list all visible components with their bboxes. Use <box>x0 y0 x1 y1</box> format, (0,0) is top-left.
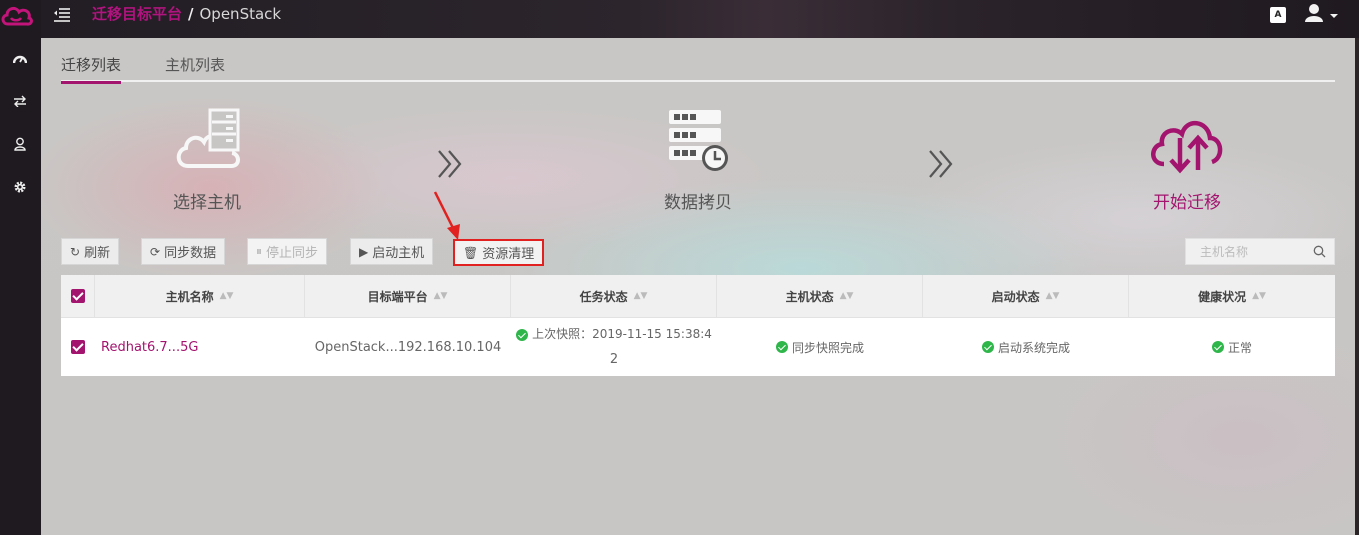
transfer-icon[interactable] <box>10 91 30 111</box>
target-platform-cell: OpenStack...192.168.10.104 <box>314 339 502 355</box>
sync-data-label: 同步数据 <box>164 246 217 261</box>
annotation-arrow-icon <box>433 191 460 240</box>
row-checkbox[interactable] <box>71 340 85 354</box>
select-all-cell <box>61 275 95 317</box>
stop-sync-button[interactable]: ⏸ 停止同步 <box>247 238 328 265</box>
sort-icon[interactable]: ▲▼ <box>840 291 854 301</box>
sort-icon[interactable]: ▲▼ <box>1046 291 1060 301</box>
step-select-host: 选择主机 <box>147 108 267 213</box>
check-circle-icon <box>1211 341 1224 353</box>
pause-circle-icon: ⏸ <box>256 244 263 258</box>
start-host-button[interactable]: ▶ 启动主机 <box>350 238 434 265</box>
top-bar: 迁移目标平台 / OpenStack A <box>41 0 1359 38</box>
check-circle-icon <box>775 341 788 353</box>
menu-toggle-icon[interactable] <box>53 7 71 23</box>
play-circle-icon: ▶ <box>359 244 369 259</box>
user-menu-icon[interactable] <box>1303 3 1339 25</box>
table-body: Redhat6.7...5G OpenStack...192.168.10.10… <box>61 318 1335 376</box>
host-status-text: 同步快照完成 <box>791 340 864 355</box>
boot-status-cell: 启动系统完成 <box>923 318 1129 376</box>
step-data-copy: 数据拷贝 <box>638 108 758 213</box>
resource-cleanup-button[interactable]: 🗑 资源清理 <box>453 239 545 266</box>
dashboard-icon[interactable] <box>10 49 30 69</box>
column-header-health[interactable]: 健康状况 ▲▼ <box>1129 275 1335 317</box>
tab-bar: 迁移列表 主机列表 <box>61 52 1335 84</box>
task-status-text-continued: 2 <box>609 352 619 367</box>
column-label: 目标端平台 <box>367 289 428 304</box>
sync-icon: ⟳ <box>150 244 161 259</box>
refresh-icon: ↻ <box>70 244 81 259</box>
step-label: 开始迁移 <box>1153 193 1221 213</box>
resource-cleanup-label: 资源清理 <box>482 247 535 262</box>
gear-icon[interactable] <box>10 177 30 197</box>
step-start-migration: 开始迁移 <box>1127 108 1247 213</box>
health-text: 正常 <box>1227 340 1252 355</box>
breadcrumb-app[interactable]: 迁移目标平台 <box>92 5 182 23</box>
sort-icon[interactable]: ▲▼ <box>1252 291 1266 301</box>
breadcrumb-separator: / <box>188 5 194 23</box>
sort-icon[interactable]: ▲▼ <box>220 291 234 301</box>
sync-data-button[interactable]: ⟳ 同步数据 <box>141 238 226 265</box>
health-cell: 正常 <box>1129 318 1335 376</box>
task-status-text: 上次快照：2019-11-15 15:38:4 <box>532 327 712 341</box>
column-header-boot-status[interactable]: 启动状态 ▲▼ <box>923 275 1129 317</box>
breadcrumb: 迁移目标平台 / OpenStack <box>92 4 281 24</box>
column-header-host-status[interactable]: 主机状态 ▲▼ <box>717 275 923 317</box>
cloud-server-icon <box>176 108 240 168</box>
host-status-cell: 同步快照完成 <box>717 318 923 376</box>
search-input[interactable] <box>1186 239 1304 264</box>
search-icon[interactable] <box>1313 245 1326 258</box>
search-box <box>1185 238 1335 265</box>
start-host-label: 启动主机 <box>372 246 425 261</box>
host-name-link[interactable]: Redhat6.7...5G <box>95 318 305 376</box>
column-header-host-name[interactable]: 主机名称 ▲▼ <box>95 275 305 317</box>
left-rail <box>0 0 41 535</box>
server-clock-icon <box>669 110 728 171</box>
refresh-label: 刷新 <box>84 246 111 261</box>
cloud-transfer-icon <box>1151 121 1223 174</box>
column-label: 健康状况 <box>1198 289 1247 304</box>
step-label: 数据拷贝 <box>664 193 732 213</box>
boot-status-text: 启动系统完成 <box>997 340 1070 355</box>
language-switch-icon[interactable]: A <box>1270 7 1286 23</box>
stop-sync-label: 停止同步 <box>266 246 319 261</box>
sort-icon[interactable]: ▲▼ <box>434 291 448 301</box>
select-all-checkbox[interactable] <box>70 289 85 303</box>
tab-migration-list[interactable]: 迁移列表 <box>61 55 122 84</box>
chevron-double-right-icon <box>438 150 462 178</box>
tab-host-list[interactable]: 主机列表 <box>165 55 225 75</box>
table-row[interactable]: Redhat6.7...5G OpenStack...192.168.10.10… <box>61 318 1335 376</box>
column-header-target-platform[interactable]: 目标端平台 ▲▼ <box>305 275 511 317</box>
column-label: 主机名称 <box>165 289 214 304</box>
main-panel: 迁移列表 主机列表 选择主机 数据拷贝 开始迁移 ↻ 刷新 ⟳ 同步数据 ⏸ 停… <box>41 38 1355 535</box>
scrollbar[interactable] <box>1355 38 1359 535</box>
row-select-cell <box>61 318 95 376</box>
migration-table: 主机名称 ▲▼ 目标端平台 ▲▼ 任务状态 ▲▼ 主机状态 ▲▼ 启动状态 ▲▼ 健康状况… <box>61 275 1335 376</box>
column-label: 任务状态 <box>579 289 628 304</box>
column-header-task-status[interactable]: 任务状态 ▲▼ <box>511 275 717 317</box>
logo-icon[interactable] <box>0 2 34 30</box>
column-label: 启动状态 <box>991 289 1040 304</box>
check-circle-icon <box>981 341 994 353</box>
sort-icon[interactable]: ▲▼ <box>634 291 648 301</box>
column-label: 主机状态 <box>785 289 834 304</box>
check-circle-icon <box>516 328 529 341</box>
task-status-cell: 上次快照：2019-11-15 15:38:4 2 <box>511 318 717 376</box>
step-label: 选择主机 <box>173 193 241 213</box>
breadcrumb-page: OpenStack <box>199 5 282 23</box>
chevron-double-right-icon <box>929 150 953 178</box>
user-icon[interactable] <box>10 134 30 154</box>
language-switch-label: A <box>1274 10 1282 20</box>
refresh-button[interactable]: ↻ 刷新 <box>61 238 120 265</box>
table-header: 主机名称 ▲▼ 目标端平台 ▲▼ 任务状态 ▲▼ 主机状态 ▲▼ 启动状态 ▲▼ 健康状况… <box>61 275 1335 318</box>
trash-icon: 🗑 <box>463 245 479 260</box>
